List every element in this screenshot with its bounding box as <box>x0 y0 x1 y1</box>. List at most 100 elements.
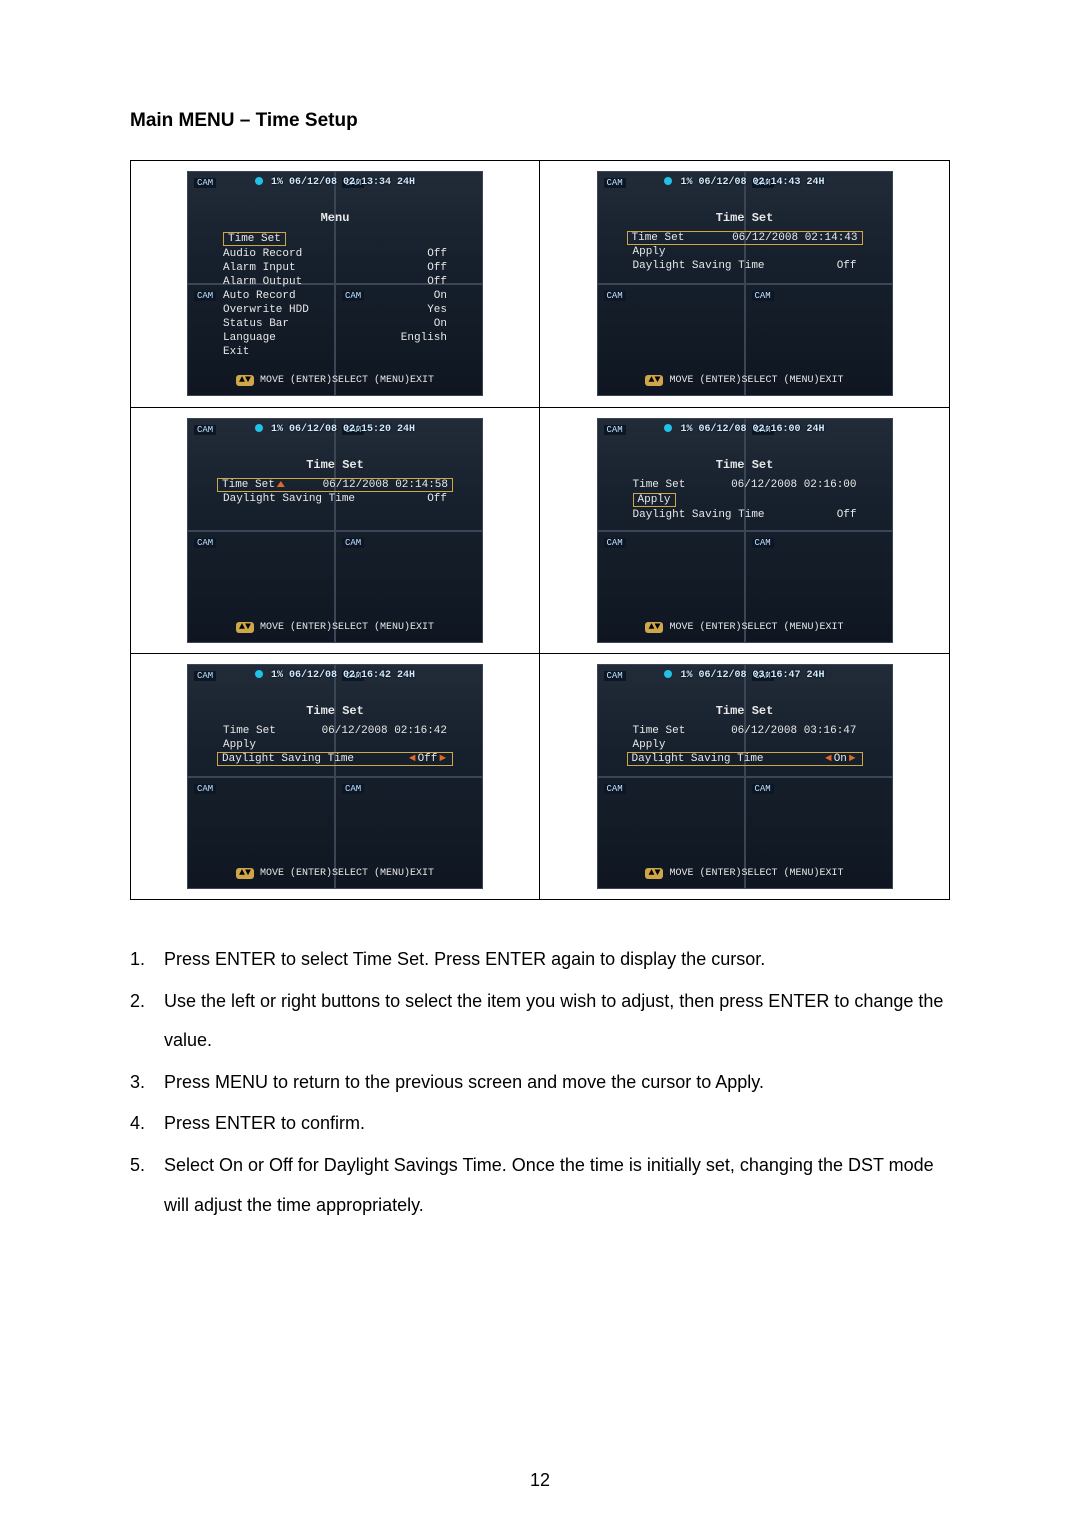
page-title: Main MENU – Time Setup <box>130 110 950 132</box>
updown-icon: ▲▼ <box>645 868 663 879</box>
instruction-item: Press ENTER to confirm. <box>150 1104 950 1144</box>
menu-row[interactable]: Daylight Saving TimeOff <box>627 508 863 522</box>
menu-label: Alarm Output <box>223 276 302 288</box>
updown-icon: ▲▼ <box>236 375 254 386</box>
menu-value: 06/12/2008 02:16:00 <box>731 479 856 491</box>
osd-menu: Time Set Time Set06/12/2008 02:14:43Apply… <box>627 211 863 273</box>
menu-title: Time Set <box>627 458 863 472</box>
menu-label: Daylight Saving Time <box>222 753 354 765</box>
menu-label: Time Set <box>223 725 276 737</box>
camera-label: CAM <box>194 291 216 301</box>
menu-value: On <box>434 318 447 330</box>
instruction-item: Select On or Off for Daylight Savings Ti… <box>150 1146 950 1225</box>
camera-label: CAM <box>752 538 774 548</box>
menu-row[interactable]: Time Set06/12/2008 02:16:42 <box>217 724 453 738</box>
instruction-list: Press ENTER to select Time Set. Press EN… <box>150 940 950 1225</box>
menu-row[interactable]: Apply <box>627 245 863 259</box>
menu-label: Apply <box>633 739 666 751</box>
menu-row[interactable]: Exit <box>217 345 453 359</box>
menu-label: Daylight Saving Time <box>633 509 765 521</box>
menu-value: Yes <box>427 304 447 316</box>
menu-value: 06/12/2008 02:14:43 <box>732 232 857 244</box>
menu-value: Off <box>427 248 447 260</box>
help-text: MOVE (ENTER)SELECT (MENU)EXIT <box>254 622 434 633</box>
arrow-left-icon[interactable]: ◄ <box>407 753 418 765</box>
record-icon <box>664 424 672 432</box>
arrow-left-icon[interactable]: ◄ <box>823 753 834 765</box>
osd-menu: Time Set Time Set06/12/2008 02:14:58Dayli… <box>217 458 453 506</box>
timestamp: 1% 06/12/08 03:16:47 24H <box>680 670 824 681</box>
menu-row[interactable]: Alarm OutputOff <box>217 275 453 289</box>
menu-label: Time Set <box>633 725 686 737</box>
osd-menu: Menu Time Set Audio Record Off Alarm Input Of… <box>217 211 453 359</box>
menu-label: Time Set <box>223 232 286 246</box>
menu-row[interactable]: Time Set06/12/2008 02:14:43 <box>627 231 863 245</box>
menu-row[interactable]: Daylight Saving Time ◄On► <box>627 752 863 766</box>
menu-row[interactable]: LanguageEnglish <box>217 331 453 345</box>
cursor-icon <box>277 481 285 487</box>
menu-row[interactable]: Time Set06/12/2008 02:14:58 <box>217 478 453 492</box>
help-text: MOVE (ENTER)SELECT (MENU)EXIT <box>254 375 434 386</box>
dvr-preview: CAMCAMCAMCAM1% 06/12/08 03:16:47 24HTime… <box>597 664 893 889</box>
help-bar: ▲▼ MOVE (ENTER)SELECT (MENU)EXIT <box>597 868 893 879</box>
menu-row[interactable]: Overwrite HDD Yes <box>217 303 453 317</box>
menu-row[interactable]: Daylight Saving TimeOff <box>217 492 453 506</box>
menu-row[interactable]: Alarm Input Off <box>217 261 453 275</box>
menu-row[interactable]: Apply <box>627 492 863 508</box>
menu-label: Daylight Saving Time <box>223 493 355 505</box>
updown-icon: ▲▼ <box>645 622 663 633</box>
menu-title: Time Set <box>627 211 863 225</box>
menu-row[interactable]: Daylight Saving Time◄Off► <box>217 752 453 766</box>
menu-row[interactable]: Auto RecordOn <box>217 289 453 303</box>
timestamp: 1% 06/12/08 02:15:20 24H <box>271 424 415 435</box>
dvr-preview: CAMCAMCAMCAM1% 06/12/08 02:16:00 24HTime… <box>597 418 893 643</box>
menu-row[interactable]: Audio Record Off <box>217 247 453 261</box>
menu-title: Menu <box>217 211 453 225</box>
camera-label: CAM <box>604 784 626 794</box>
menu-row[interactable]: Apply <box>217 738 453 752</box>
help-text: MOVE (ENTER)SELECT (MENU)EXIT <box>663 375 843 386</box>
menu-row[interactable]: Time Set06/12/2008 02:16:00 <box>627 478 863 492</box>
screenshot-cell: CAMCAMCAMCAM1% 06/12/08 03:16:47 24HTime… <box>540 653 949 899</box>
camera-label: CAM <box>752 291 774 301</box>
camera-label: CAM <box>194 784 216 794</box>
menu-value: ◄On► <box>823 753 857 765</box>
menu-row[interactable]: Apply <box>627 738 863 752</box>
camera-label: CAM <box>604 538 626 548</box>
help-bar: ▲▼ MOVE (ENTER)SELECT (MENU)EXIT <box>597 622 893 633</box>
menu-value: Off <box>427 262 447 274</box>
screenshot-cell: CAMCAMCAMCAM1% 06/12/08 02:16:00 24HTime… <box>540 407 949 653</box>
instruction-item: Use the left or right buttons to select … <box>150 982 950 1061</box>
screenshot-grid: CAM CAM CAM CAM 1% 06/12/08 02:13:34 24H Menu… <box>130 160 950 900</box>
menu-row[interactable]: Status BarOn <box>217 317 453 331</box>
menu-title: Time Set <box>217 458 453 472</box>
status-bar: 1% 06/12/08 02:14:43 24H <box>597 177 893 188</box>
menu-label: Apply <box>633 246 666 258</box>
arrow-right-icon[interactable]: ► <box>437 753 448 765</box>
dvr-preview: CAMCAMCAMCAM1% 06/12/08 02:16:42 24HTime… <box>187 664 483 889</box>
status-bar: 1% 06/12/08 02:13:34 24H <box>187 177 483 188</box>
menu-row[interactable]: Time Set <box>217 231 453 247</box>
osd-menu: Time SetTime Set06/12/2008 02:16:42Apply… <box>217 704 453 766</box>
help-text: MOVE (ENTER)SELECT (MENU)EXIT <box>254 868 434 879</box>
timestamp: 1% 06/12/08 02:14:43 24H <box>680 177 824 188</box>
menu-label: Daylight Saving Time <box>633 260 765 272</box>
menu-label: Daylight Saving Time <box>632 753 764 765</box>
menu-row[interactable]: Daylight Saving TimeOff <box>627 259 863 273</box>
camera-label: CAM <box>752 784 774 794</box>
timestamp: 1% 06/12/08 02:16:42 24H <box>271 670 415 681</box>
menu-value: 06/12/2008 03:16:47 <box>731 725 856 737</box>
menu-label: Overwrite HDD <box>223 304 309 316</box>
record-icon <box>255 177 263 185</box>
status-bar: 1% 06/12/08 02:16:00 24H <box>597 424 893 435</box>
screenshot-cell: CAMCAMCAMCAM1% 06/12/08 02:14:43 24HTime… <box>540 161 949 407</box>
menu-label: Exit <box>223 346 249 358</box>
menu-value: English <box>401 332 447 344</box>
menu-row[interactable]: Time Set 06/12/2008 03:16:47 <box>627 724 863 738</box>
instruction-item: Press ENTER to select Time Set. Press EN… <box>150 940 950 980</box>
screenshot-cell: CAMCAMCAMCAM1% 06/12/08 02:16:42 24HTime… <box>131 653 540 899</box>
menu-label: Audio Record <box>223 248 302 260</box>
menu-label: Alarm Input <box>223 262 296 274</box>
dvr-preview: CAMCAMCAMCAM1% 06/12/08 02:13:34 24HMenu… <box>187 171 483 396</box>
arrow-right-icon[interactable]: ► <box>847 753 858 765</box>
